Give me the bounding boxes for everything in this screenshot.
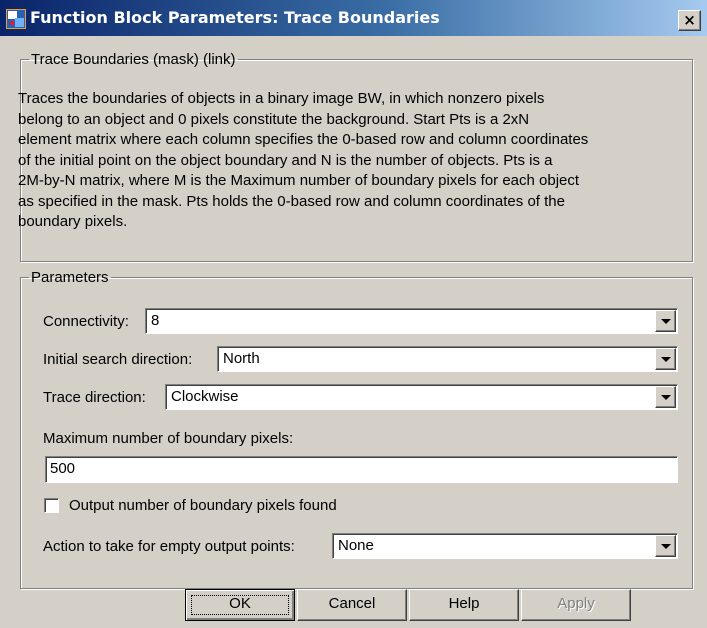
connectivity-dropdown-button[interactable] bbox=[655, 310, 676, 332]
initial-search-direction-value: North bbox=[223, 350, 260, 367]
description-line: 2M-by-N matrix, where M is the Maximum n… bbox=[18, 172, 580, 189]
apply-button[interactable]: Apply bbox=[521, 589, 631, 621]
empty-action-dropdown-button[interactable] bbox=[655, 535, 676, 557]
window-title: Function Block Parameters: Trace Boundar… bbox=[30, 8, 440, 27]
cancel-button-label: Cancel bbox=[328, 595, 376, 612]
initial-search-direction-dropdown[interactable]: North bbox=[217, 346, 678, 372]
description-line: boundary pixels. bbox=[18, 213, 128, 230]
simulink-block-icon bbox=[6, 9, 26, 29]
empty-action-label: Action to take for empty output points: bbox=[43, 538, 295, 555]
connectivity-dropdown[interactable]: 8 bbox=[145, 308, 678, 334]
chevron-down-icon bbox=[661, 357, 671, 362]
trace-direction-dropdown[interactable]: Clockwise bbox=[165, 384, 678, 410]
output-count-checkbox[interactable] bbox=[44, 498, 59, 513]
connectivity-value: 8 bbox=[151, 312, 160, 329]
help-button[interactable]: Help bbox=[409, 589, 519, 621]
trace-direction-label: Trace direction: bbox=[43, 389, 146, 406]
title-bar[interactable]: Function Block Parameters: Trace Boundar… bbox=[0, 0, 707, 36]
trace-direction-dropdown-button[interactable] bbox=[655, 386, 676, 408]
empty-action-dropdown[interactable]: None bbox=[332, 533, 678, 559]
cancel-button[interactable]: Cancel bbox=[297, 589, 407, 621]
max-boundary-pixels-label: Maximum number of boundary pixels: bbox=[43, 430, 294, 447]
close-button[interactable]: × bbox=[678, 10, 701, 31]
description-line: element matrix where each column specifi… bbox=[18, 131, 589, 148]
initial-search-direction-dropdown-button[interactable] bbox=[655, 348, 676, 370]
description-line: of the initial point on the object bound… bbox=[18, 151, 553, 169]
focus-rect bbox=[191, 595, 289, 615]
close-icon: × bbox=[683, 11, 696, 29]
description-line: Traces the boundaries of objects in a bi… bbox=[18, 90, 545, 107]
mask-description: Traces the boundaries of objects in a bi… bbox=[18, 89, 678, 233]
chevron-down-icon bbox=[661, 395, 671, 400]
help-button-label: Help bbox=[448, 595, 480, 612]
output-count-label[interactable]: Output number of boundary pixels found bbox=[69, 497, 337, 514]
ok-button[interactable]: OK bbox=[185, 589, 295, 621]
chevron-down-icon bbox=[661, 544, 671, 549]
description-line: as specified in the mask. Pts holds the … bbox=[18, 192, 565, 210]
trace-direction-value: Clockwise bbox=[171, 388, 239, 405]
mask-group-title: Trace Boundaries (mask) (link) bbox=[31, 51, 236, 68]
empty-action-value: None bbox=[338, 537, 374, 554]
parameters-group-title: Parameters bbox=[31, 269, 109, 286]
chevron-down-icon bbox=[661, 319, 671, 324]
apply-button-label: Apply bbox=[557, 595, 595, 612]
description-line: belong to an object and 0 pixels constit… bbox=[18, 110, 530, 128]
max-boundary-pixels-input[interactable]: 500 bbox=[45, 456, 678, 483]
initial-search-direction-label: Initial search direction: bbox=[43, 351, 193, 368]
connectivity-label: Connectivity: bbox=[43, 313, 129, 330]
